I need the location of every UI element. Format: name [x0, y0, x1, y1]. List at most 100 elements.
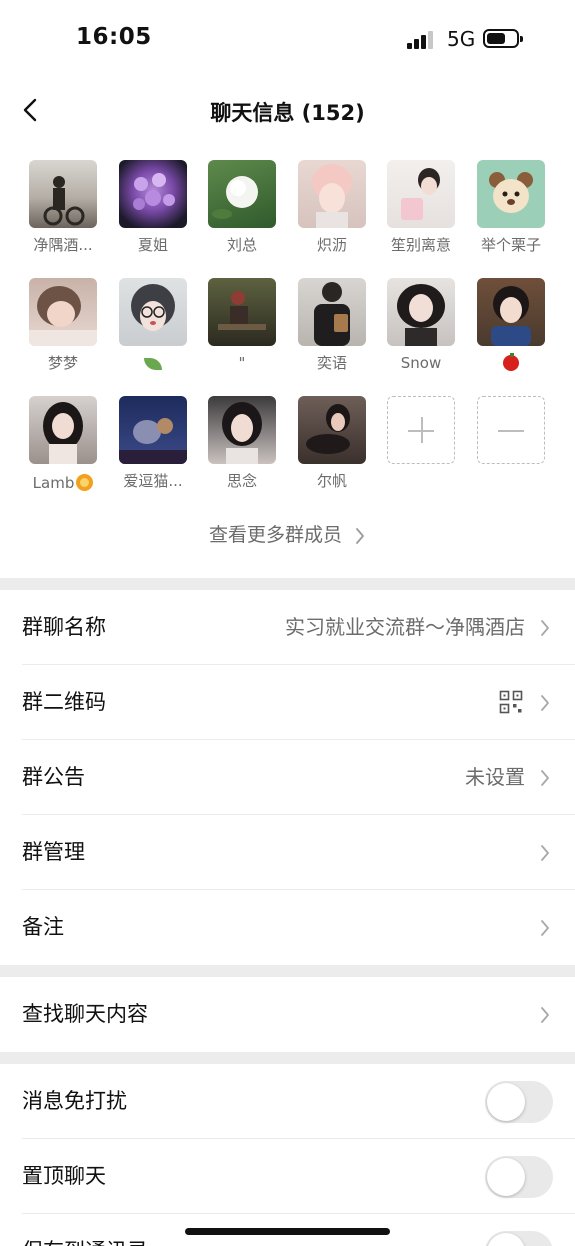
avatar: [208, 278, 276, 346]
save-contacts-label: 保存到通讯录: [22, 1214, 148, 1246]
group-manage-label: 群管理: [22, 840, 85, 864]
view-more-members-label: 查看更多群成员: [208, 524, 342, 546]
chevron-right-icon: [541, 770, 549, 786]
member-item[interactable]: 净隅酒...: [20, 160, 106, 255]
chat-info-screen: 16:05 5G 聊天信息 (152) 净隅酒... 夏姐 刘总 炽沥 笙别离意…: [0, 0, 575, 1246]
member-name: 举个栗子: [480, 236, 541, 254]
avatar: [477, 160, 545, 228]
member-name: ": [238, 354, 246, 372]
mute-row: 消息免打扰: [0, 1064, 575, 1139]
avatar: [208, 160, 276, 228]
member-name: 思念: [226, 472, 257, 490]
section-divider: [0, 965, 575, 977]
member-item[interactable]: 炽沥: [289, 160, 375, 255]
status-bar: 16:05 5G: [0, 0, 575, 80]
member-name: Lamb: [20, 471, 106, 493]
member-name: Snow: [400, 354, 442, 372]
member-name: [110, 353, 196, 373]
mute-toggle[interactable]: [485, 1081, 553, 1123]
avatar: [387, 160, 455, 228]
avatar: [119, 278, 187, 346]
remove-member-button[interactable]: [468, 396, 554, 464]
avatar: [29, 278, 97, 346]
member-name: 笙别离意: [390, 236, 451, 254]
toggle-knob: [487, 1158, 525, 1196]
toggle-knob: [487, 1083, 525, 1121]
member-name: [468, 353, 554, 374]
chevron-right-icon: [541, 695, 549, 711]
pin-toggle[interactable]: [485, 1156, 553, 1198]
status-time: 16:05: [76, 24, 152, 50]
battery-icon: [483, 29, 523, 48]
avatar: [29, 396, 97, 464]
member-item[interactable]: Lamb: [20, 396, 106, 493]
group-name-label: 群聊名称: [22, 615, 106, 639]
member-item[interactable]: 夏姐: [110, 160, 196, 255]
search-chat-label: 查找聊天内容: [22, 1002, 148, 1026]
member-name: 奕语: [316, 354, 347, 372]
member-item[interactable]: 尔帆: [289, 396, 375, 491]
group-notice-label: 群公告: [22, 765, 85, 789]
member-name: 炽沥: [316, 236, 347, 254]
toggle-knob: [487, 1233, 525, 1246]
member-name: 梦梦: [47, 354, 78, 372]
chevron-right-icon: [541, 920, 549, 936]
member-item[interactable]: [110, 278, 196, 373]
save-contacts-toggle[interactable]: [485, 1231, 553, 1246]
member-item[interactable]: ": [199, 278, 285, 373]
group-name-value: 实习就业交流群～净隅酒店: [285, 615, 525, 639]
avatar: [298, 278, 366, 346]
remark-label: 备注: [22, 915, 64, 939]
group-notice-value: 未设置: [465, 765, 525, 789]
member-item[interactable]: Snow: [378, 278, 464, 373]
member-name: 刘总: [226, 236, 257, 254]
apple-emoji-icon: [503, 353, 519, 371]
member-item[interactable]: 奕语: [289, 278, 375, 373]
mute-label: 消息免打扰: [22, 1089, 127, 1113]
member-item[interactable]: 笙别离意: [378, 160, 464, 255]
view-more-members-link[interactable]: 查看更多群成员: [0, 520, 575, 547]
signal-icon: [407, 29, 437, 49]
lion-emoji-icon: [76, 474, 94, 491]
member-name: 净隅酒...: [33, 236, 93, 254]
pin-label: 置顶聊天: [22, 1164, 106, 1188]
pin-row: 置顶聊天: [0, 1139, 575, 1214]
chevron-right-icon: [541, 845, 549, 861]
section-divider: [0, 578, 575, 590]
nav-bar: 聊天信息 (152): [0, 80, 575, 140]
member-item[interactable]: [468, 278, 554, 374]
qr-code-label: 群二维码: [22, 690, 106, 714]
member-item[interactable]: 刘总: [199, 160, 285, 255]
member-item[interactable]: 爱逗猫...: [110, 396, 196, 491]
group-notice-row[interactable]: 群公告 未设置: [0, 740, 575, 815]
group-name-row[interactable]: 群聊名称 实习就业交流群～净隅酒店: [0, 590, 575, 665]
section-divider: [0, 1052, 575, 1064]
avatar: [208, 396, 276, 464]
chevron-right-icon: [541, 620, 549, 636]
avatar: [29, 160, 97, 228]
group-manage-row[interactable]: 群管理: [0, 815, 575, 890]
plus-icon[interactable]: [387, 396, 455, 464]
home-indicator: [185, 1228, 390, 1235]
member-item[interactable]: 举个栗子: [468, 160, 554, 255]
avatar: [298, 160, 366, 228]
page-title: 聊天信息 (152): [210, 101, 365, 125]
chevron-right-icon: [541, 1007, 549, 1023]
member-item[interactable]: 梦梦: [20, 278, 106, 373]
avatar: [477, 278, 545, 346]
add-member-button[interactable]: [378, 396, 464, 464]
avatar: [387, 278, 455, 346]
member-name: 尔帆: [316, 472, 347, 490]
member-name: 爱逗猫...: [123, 472, 183, 490]
network-label: 5G: [447, 27, 476, 51]
avatar: [119, 396, 187, 464]
avatar: [119, 160, 187, 228]
search-chat-row[interactable]: 查找聊天内容: [0, 977, 575, 1052]
member-item[interactable]: 思念: [199, 396, 285, 491]
qr-code-icon: [499, 690, 523, 714]
member-name: 夏姐: [137, 236, 168, 254]
leaf-emoji-icon: [144, 358, 162, 370]
minus-icon[interactable]: [477, 396, 545, 464]
qr-code-row[interactable]: 群二维码: [0, 665, 575, 740]
remark-row[interactable]: 备注: [0, 890, 575, 965]
